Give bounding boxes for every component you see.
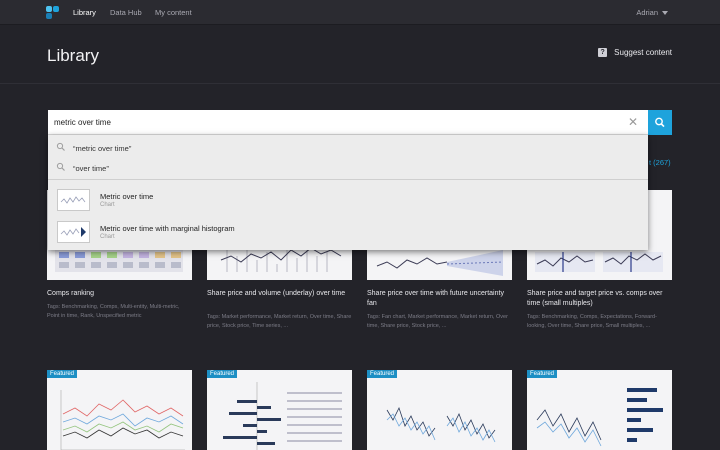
search-suggestion[interactable]: “over time”: [48, 157, 648, 177]
library-card-featured[interactable]: Featured: [367, 370, 512, 450]
featured-badge: Featured: [207, 370, 238, 378]
featured-badge: Featured: [527, 370, 558, 378]
suggest-content-button[interactable]: ? Suggest content: [598, 48, 672, 57]
card-title[interactable]: Share price and target price vs. comps o…: [527, 289, 672, 309]
search-input[interactable]: [54, 110, 624, 135]
featured-badge: Featured: [367, 370, 398, 378]
nav-item-library[interactable]: Library: [73, 8, 96, 17]
card-tags: Tags: Benchmarking, Comps, Expectations,…: [527, 314, 657, 329]
suggest-content-label: Suggest content: [614, 48, 672, 57]
card-title[interactable]: Share price and volume (underlay) over t…: [207, 289, 352, 299]
result-title: Metric over time with marginal histogram: [100, 224, 235, 233]
library-card-featured[interactable]: Featured: [207, 370, 352, 450]
result-title: Metric over time: [100, 192, 154, 201]
suggestion-text: “metric over time”: [73, 144, 132, 153]
page-header: Library ? Suggest content: [0, 26, 720, 84]
card-tags: Tags: Fan chart, Market performance, Mar…: [367, 314, 508, 329]
page-title: Library: [47, 46, 99, 65]
card-thumbnail: [60, 390, 185, 450]
card-tags: Tags: Market performance, Market return,…: [207, 314, 352, 329]
search-suggestion[interactable]: “metric over time”: [48, 137, 648, 157]
question-icon: ?: [598, 48, 608, 57]
search-icon: [56, 162, 65, 171]
search-icon: [655, 117, 665, 128]
dropdown-divider: [48, 179, 648, 180]
result-thumbnail: [57, 189, 90, 211]
search-bar: ✕: [48, 110, 648, 135]
library-card-featured[interactable]: Featured: [47, 370, 192, 450]
search-dropdown: “metric over time” “over time” Metric ov…: [48, 135, 648, 250]
result-thumbnail: [57, 221, 90, 243]
close-icon[interactable]: ✕: [628, 116, 638, 128]
result-type: Chart: [100, 234, 115, 240]
nav-item-data-hub[interactable]: Data Hub: [110, 8, 142, 17]
top-nav: Library Data Hub My content Adrian: [0, 0, 720, 25]
card-thumbnail: [223, 382, 342, 450]
suggestion-text: “over time”: [73, 164, 109, 173]
results-count[interactable]: t (267): [649, 158, 671, 167]
user-name: Adrian: [636, 8, 658, 17]
search-button[interactable]: [648, 110, 672, 135]
search-result[interactable]: Metric over time Chart: [48, 184, 648, 216]
card-thumbnail: [536, 388, 663, 447]
user-menu[interactable]: Adrian: [636, 8, 668, 17]
card-title[interactable]: Comps ranking: [47, 289, 192, 299]
card-thumbnail: [386, 406, 496, 443]
library-card-featured[interactable]: Featured: [527, 370, 672, 450]
card-tags: Tags: Benchmarking, Comps, Multi-entity,…: [47, 304, 180, 319]
card-title[interactable]: Share price over time with future uncert…: [367, 289, 512, 309]
search-icon: [56, 142, 65, 151]
search-result[interactable]: Metric over time with marginal histogram…: [48, 216, 648, 248]
featured-badge: Featured: [47, 370, 78, 378]
nav-item-my-content[interactable]: My content: [155, 8, 192, 17]
chevron-down-icon: [662, 11, 668, 16]
app-logo[interactable]: [46, 6, 60, 19]
result-type: Chart: [100, 202, 115, 208]
